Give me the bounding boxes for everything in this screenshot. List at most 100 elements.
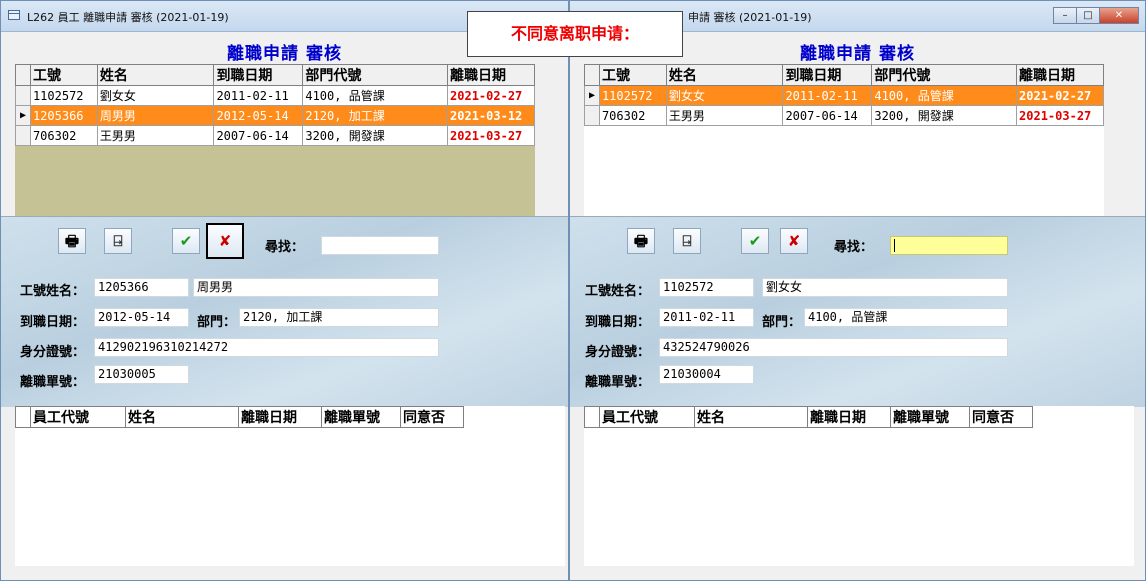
resign-no-field[interactable]: 21030004 (659, 365, 754, 384)
row-indicator (15, 125, 31, 146)
row-indicator (584, 105, 600, 126)
search-input[interactable] (321, 236, 439, 255)
col-leave-date[interactable]: 離職日期 (238, 406, 322, 428)
search-label: 尋找： (265, 240, 305, 255)
cell-dept[interactable]: 3200, 開發課 (871, 105, 1018, 126)
dept-label: 部門： (197, 315, 237, 330)
right-grid-header: 工號 姓名 到職日期 部門代號 離職日期 (584, 64, 1104, 86)
left-history-grid: 員工代號 姓名 離職日期 離職單號 同意否 (15, 406, 565, 566)
col-agree[interactable]: 同意否 (969, 406, 1033, 428)
col-emp-id[interactable]: 工號 (29, 64, 98, 86)
col-emp-code[interactable]: 員工代號 (599, 406, 695, 428)
cell-hire-date[interactable]: 2012-05-14 (213, 105, 304, 126)
minimize-button[interactable]: – (1053, 7, 1077, 24)
reject-button[interactable]: ✘ (780, 228, 808, 254)
exit-button[interactable]: ⍈ (104, 228, 132, 254)
emp-label: 工號姓名： (20, 284, 86, 299)
col-name[interactable]: 姓名 (694, 406, 808, 428)
col-resign-no[interactable]: 離職單號 (890, 406, 970, 428)
maximize-button[interactable]: □ (1076, 7, 1100, 24)
hire-date-field[interactable]: 2012-05-14 (94, 308, 189, 327)
emp-name-field[interactable]: 劉女女 (762, 278, 1008, 297)
cell-emp-id[interactable]: 1102572 (598, 85, 667, 106)
col-name[interactable]: 姓名 (125, 406, 239, 428)
print-icon: 🖶 (64, 232, 80, 250)
left-history-table: 員工代號 姓名 離職日期 離職單號 同意否 (15, 406, 464, 428)
resign-no-field[interactable]: 21030005 (94, 365, 189, 384)
right-history-grid: 員工代號 姓名 離職日期 離職單號 同意否 (584, 406, 1134, 566)
reject-button[interactable]: ✘ (206, 223, 244, 259)
col-dept[interactable]: 部門代號 (302, 64, 449, 86)
cell-leave-date[interactable]: 2021-02-27 (447, 85, 535, 106)
right-history-header: 員工代號 姓名 離職日期 離職單號 同意否 (584, 406, 1033, 428)
col-hire-date[interactable]: 到職日期 (782, 64, 873, 86)
col-dept[interactable]: 部門代號 (871, 64, 1018, 86)
approve-button[interactable]: ✔ (172, 228, 200, 254)
cell-emp-id[interactable]: 1102572 (29, 85, 98, 106)
cell-hire-date[interactable]: 2007-06-14 (782, 105, 873, 126)
window-controls: – □ ✕ (1053, 7, 1139, 25)
right-history-table: 員工代號 姓名 離職日期 離職單號 同意否 (584, 406, 1033, 428)
col-name[interactable]: 姓名 (665, 64, 784, 86)
table-row[interactable]: 1102572 劉女女 2011-02-11 4100, 品管課 2021-02… (15, 85, 535, 106)
cell-emp-id[interactable]: 706302 (29, 125, 98, 146)
cell-leave-date[interactable]: 2021-03-12 (447, 105, 535, 126)
col-leave-date[interactable]: 離職日期 (1016, 64, 1104, 86)
col-agree[interactable]: 同意否 (400, 406, 464, 428)
idcard-field[interactable]: 432524790026 (659, 338, 1008, 357)
cell-leave-date[interactable]: 2021-02-27 (1016, 85, 1104, 106)
right-window-title: 申請 審核 (2021-01-19) (688, 11, 812, 24)
resign-no-label: 離職單號： (20, 375, 86, 390)
left-application-table: 工號 姓名 到職日期 部門代號 離職日期 1102572 劉女女 2011-02… (15, 64, 535, 146)
cell-hire-date[interactable]: 2011-02-11 (782, 85, 873, 106)
cell-name[interactable]: 劉女女 (665, 85, 784, 106)
col-leave-date[interactable]: 離職日期 (807, 406, 891, 428)
emp-name-field[interactable]: 周男男 (193, 278, 439, 297)
print-button[interactable]: 🖶 (58, 228, 86, 254)
row-indicator (15, 85, 31, 106)
cell-name[interactable]: 劉女女 (96, 85, 215, 106)
approve-button[interactable]: ✔ (741, 228, 769, 254)
check-icon: ✔ (748, 232, 762, 250)
dept-field[interactable]: 2120, 加工課 (239, 308, 439, 327)
search-input[interactable] (890, 236, 1008, 255)
col-hire-date[interactable]: 到職日期 (213, 64, 304, 86)
cell-emp-id[interactable]: 706302 (598, 105, 667, 126)
emp-id-field[interactable]: 1102572 (659, 278, 754, 297)
cell-dept[interactable]: 4100, 品管課 (302, 85, 449, 106)
check-icon: ✔ (179, 232, 193, 250)
annotation-callout: 不同意离职申请： (467, 11, 683, 57)
exit-icon: ⍈ (113, 232, 123, 250)
cell-dept[interactable]: 4100, 品管課 (871, 85, 1018, 106)
dept-field[interactable]: 4100, 品管課 (804, 308, 1008, 327)
col-leave-date[interactable]: 離職日期 (447, 64, 535, 86)
cell-name[interactable]: 王男男 (665, 105, 784, 126)
hire-date-label: 到職日期： (20, 315, 86, 330)
cell-hire-date[interactable]: 2011-02-11 (213, 85, 304, 106)
left-grid-header: 工號 姓名 到職日期 部門代號 離職日期 (15, 64, 535, 86)
emp-id-field[interactable]: 1205366 (94, 278, 189, 297)
close-button[interactable]: ✕ (1099, 7, 1139, 24)
cell-hire-date[interactable]: 2007-06-14 (213, 125, 304, 146)
print-button[interactable]: 🖶 (627, 228, 655, 254)
exit-icon: ⍈ (682, 232, 692, 250)
col-resign-no[interactable]: 離職單號 (321, 406, 401, 428)
cell-name[interactable]: 周男男 (96, 105, 215, 126)
cell-dept[interactable]: 2120, 加工課 (302, 105, 449, 126)
idcard-field[interactable]: 412902196310214272 (94, 338, 439, 357)
cell-leave-date[interactable]: 2021-03-27 (1016, 105, 1104, 126)
hire-date-field[interactable]: 2011-02-11 (659, 308, 754, 327)
cell-dept[interactable]: 3200, 開發課 (302, 125, 449, 146)
cell-name[interactable]: 王男男 (96, 125, 215, 146)
cell-leave-date[interactable]: 2021-03-27 (447, 125, 535, 146)
emp-label: 工號姓名： (585, 284, 651, 299)
col-emp-code[interactable]: 員工代號 (30, 406, 126, 428)
table-row[interactable]: 706302 王男男 2007-06-14 3200, 開發課 2021-03-… (584, 105, 1104, 126)
col-emp-id[interactable]: 工號 (598, 64, 667, 86)
cell-emp-id[interactable]: 1205366 (29, 105, 98, 126)
col-name[interactable]: 姓名 (96, 64, 215, 86)
table-row-selected[interactable]: ▶ 1205366 周男男 2012-05-14 2120, 加工課 2021-… (15, 105, 535, 126)
table-row[interactable]: 706302 王男男 2007-06-14 3200, 開發課 2021-03-… (15, 125, 535, 146)
exit-button[interactable]: ⍈ (673, 228, 701, 254)
table-row-selected[interactable]: ▶ 1102572 劉女女 2011-02-11 4100, 品管課 2021-… (584, 85, 1104, 106)
